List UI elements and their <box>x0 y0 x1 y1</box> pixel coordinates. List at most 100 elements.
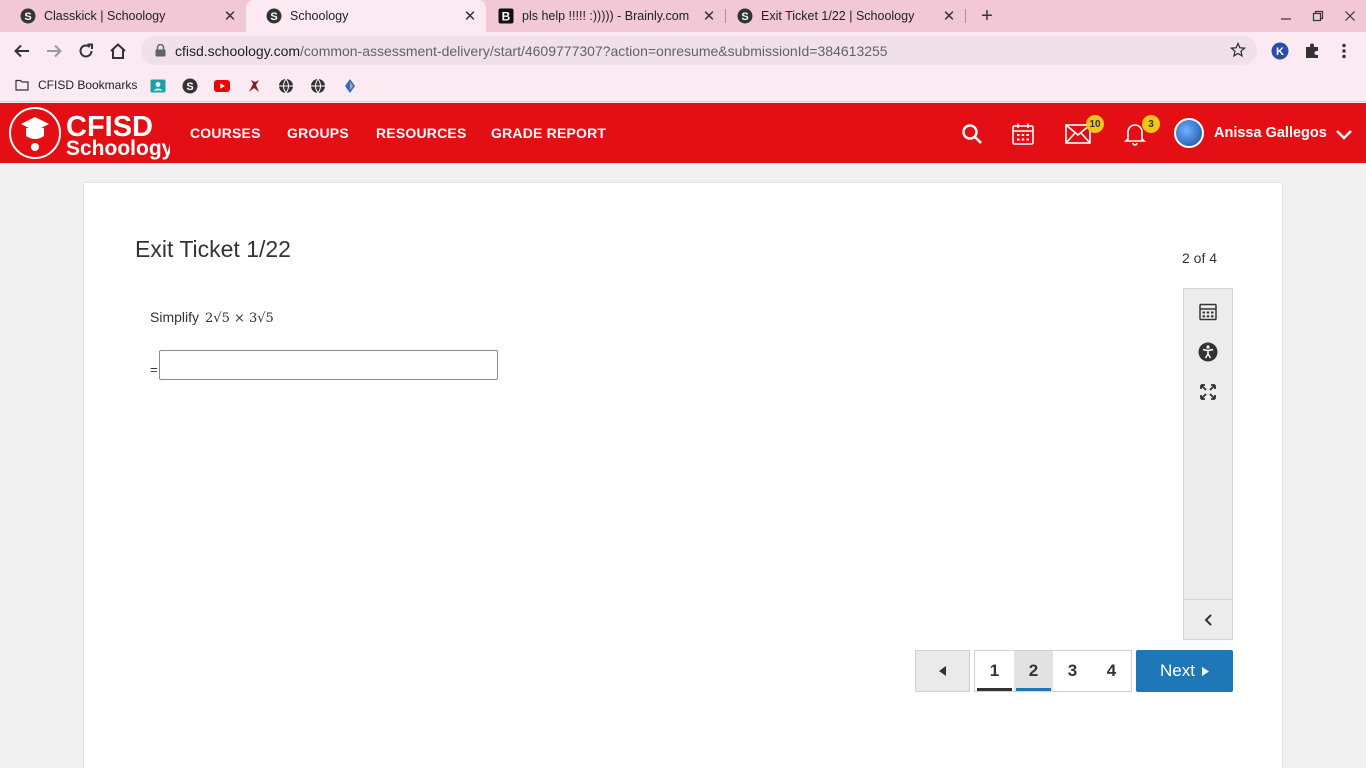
clever-bookmark-icon[interactable] <box>342 78 358 94</box>
svg-text:S: S <box>24 11 31 23</box>
question-pages: 1 2 3 4 <box>974 650 1132 692</box>
url-domain: cfisd.schoology.com <box>175 42 301 59</box>
page-label: 2 <box>1028 661 1039 680</box>
calendar-icon[interactable] <box>1009 120 1037 148</box>
nav-groups[interactable]: GROUPS <box>287 103 349 163</box>
page-4-button[interactable]: 4 <box>1092 651 1131 691</box>
fullscreen-icon[interactable] <box>1197 381 1219 403</box>
extensions-puzzle-icon[interactable] <box>1302 41 1322 61</box>
avatar <box>1174 118 1204 148</box>
browser-toolbar: cfisd.schoology.com/common-assessment-de… <box>0 32 1366 70</box>
nav-resources[interactable]: RESOURCES <box>376 103 466 163</box>
browser-tab[interactable]: S Classkick | Schoology ✕ <box>0 0 246 32</box>
schoology-icon: S <box>737 8 753 24</box>
chevron-down-icon[interactable] <box>1334 125 1354 143</box>
svg-text:S: S <box>741 11 748 23</box>
svg-text:B: B <box>502 10 511 24</box>
accessibility-icon[interactable] <box>1197 341 1219 363</box>
address-bar[interactable]: cfisd.schoology.com/common-assessment-de… <box>141 36 1257 65</box>
youtube-bookmark-icon[interactable] <box>214 78 230 94</box>
user-menu[interactable]: Anissa Gallegos <box>1174 118 1327 148</box>
tab-title: Exit Ticket 1/22 | Schoology <box>761 9 915 23</box>
schoology-header: CFISD Schoology COURSES GROUPS RESOURCES… <box>0 103 1366 163</box>
page-answered-indicator <box>977 688 1012 691</box>
browser-tab[interactable]: B pls help !!!!! :))))) - Brainly.com ✕ <box>478 0 725 32</box>
browser-tab-active[interactable]: S Schoology ✕ <box>246 0 486 32</box>
question-progress: 2 of 4 <box>1182 250 1218 266</box>
page-title: Exit Ticket 1/22 <box>135 236 291 262</box>
browser-tab-strip: S Classkick | Schoology ✕ S Schoology ✕ … <box>0 0 1366 32</box>
logo-text-bottom: Schoology <box>66 137 170 160</box>
page-label: 4 <box>1106 661 1117 680</box>
search-icon[interactable] <box>958 120 986 148</box>
svg-text:S: S <box>186 81 193 93</box>
tab-title: pls help !!!!! :))))) - Brainly.com <box>522 9 690 23</box>
close-tab-icon[interactable]: ✕ <box>939 6 959 26</box>
folder-icon <box>15 79 29 91</box>
svg-text:S: S <box>270 11 277 23</box>
calculator-icon[interactable] <box>1197 301 1219 323</box>
equals-sign: = <box>150 362 158 377</box>
kami-extension-icon[interactable]: K <box>1270 41 1290 61</box>
tab-title: Classkick | Schoology <box>44 9 166 23</box>
globe-bookmark-icon[interactable] <box>310 78 326 94</box>
reload-icon[interactable] <box>74 39 98 63</box>
globe-bookmark-icon[interactable] <box>278 78 294 94</box>
restore-icon[interactable] <box>1302 0 1334 32</box>
new-tab-icon[interactable]: + <box>975 4 999 28</box>
answer-row: = <box>150 350 498 380</box>
question-math: 2√5 × 3√5 <box>205 311 274 326</box>
question-text: Simplify <box>150 309 200 325</box>
page-label: 1 <box>989 661 1000 680</box>
tools-sidebar <box>1183 288 1233 640</box>
assessment-card: Exit Ticket 1/22 2 of 4 Simplify 2√5 × 3… <box>83 182 1283 768</box>
bookmarks-folder-label: CFISD Bookmarks <box>38 78 138 92</box>
back-icon[interactable] <box>10 39 34 63</box>
browser-menu-icon[interactable] <box>1334 41 1354 61</box>
previous-button[interactable] <box>915 650 970 692</box>
caret-left-icon <box>938 666 946 676</box>
answer-input[interactable] <box>158 350 498 380</box>
nav-courses[interactable]: COURSES <box>190 103 261 163</box>
url-path: /common-assessment-delivery/start/460977… <box>300 42 888 59</box>
notifications-badge: 3 <box>1142 115 1160 133</box>
home-icon[interactable] <box>106 39 130 63</box>
brainly-icon: B <box>498 8 514 24</box>
question-prompt: Simplify 2√5 × 3√5 <box>150 309 274 326</box>
next-button[interactable]: Next <box>1136 650 1233 692</box>
contacts-bookmark-icon[interactable] <box>150 78 166 94</box>
page-1-button[interactable]: 1 <box>975 651 1014 691</box>
schoology-icon: S <box>266 8 282 24</box>
close-tab-icon[interactable]: ✕ <box>699 6 719 26</box>
page-3-button[interactable]: 3 <box>1053 651 1092 691</box>
svg-text:K: K <box>1276 46 1284 58</box>
page-2-button[interactable]: 2 <box>1014 651 1053 691</box>
messages-icon[interactable]: 10 <box>1064 115 1104 148</box>
forward-icon[interactable] <box>42 39 66 63</box>
nav-grade-report[interactable]: GRADE REPORT <box>491 103 606 163</box>
mascot-bookmark-icon[interactable] <box>246 78 262 94</box>
caret-right-icon <box>1201 666 1209 676</box>
next-label: Next <box>1160 661 1195 680</box>
bookmark-star-icon[interactable] <box>1229 41 1247 59</box>
cfisd-schoology-logo[interactable]: CFISD Schoology <box>8 106 170 160</box>
close-tab-icon[interactable]: ✕ <box>220 6 240 26</box>
notifications-bell-icon[interactable]: 3 <box>1121 115 1160 148</box>
browser-tab[interactable]: S Exit Ticket 1/22 | Schoology ✕ <box>717 0 965 32</box>
schoology-icon: S <box>20 8 36 24</box>
close-tab-icon[interactable]: ✕ <box>460 6 480 26</box>
collapse-tools-icon[interactable] <box>1184 599 1232 639</box>
page-current-indicator <box>1016 688 1051 691</box>
page-label: 3 <box>1067 661 1078 680</box>
bookmarks-folder[interactable]: CFISD Bookmarks <box>15 78 137 92</box>
tab-title: Schoology <box>290 9 349 23</box>
bookmarks-bar: CFISD Bookmarks S <box>0 70 1366 102</box>
lock-icon[interactable] <box>153 44 167 58</box>
messages-badge: 10 <box>1086 115 1104 133</box>
schoology-bookmark-icon[interactable]: S <box>182 78 198 94</box>
tab-separator <box>965 9 966 23</box>
user-name: Anissa Gallegos <box>1214 125 1327 141</box>
url-text: cfisd.schoology.com/common-assessment-de… <box>175 43 888 59</box>
minimize-icon[interactable] <box>1270 0 1302 32</box>
close-window-icon[interactable] <box>1334 0 1366 32</box>
